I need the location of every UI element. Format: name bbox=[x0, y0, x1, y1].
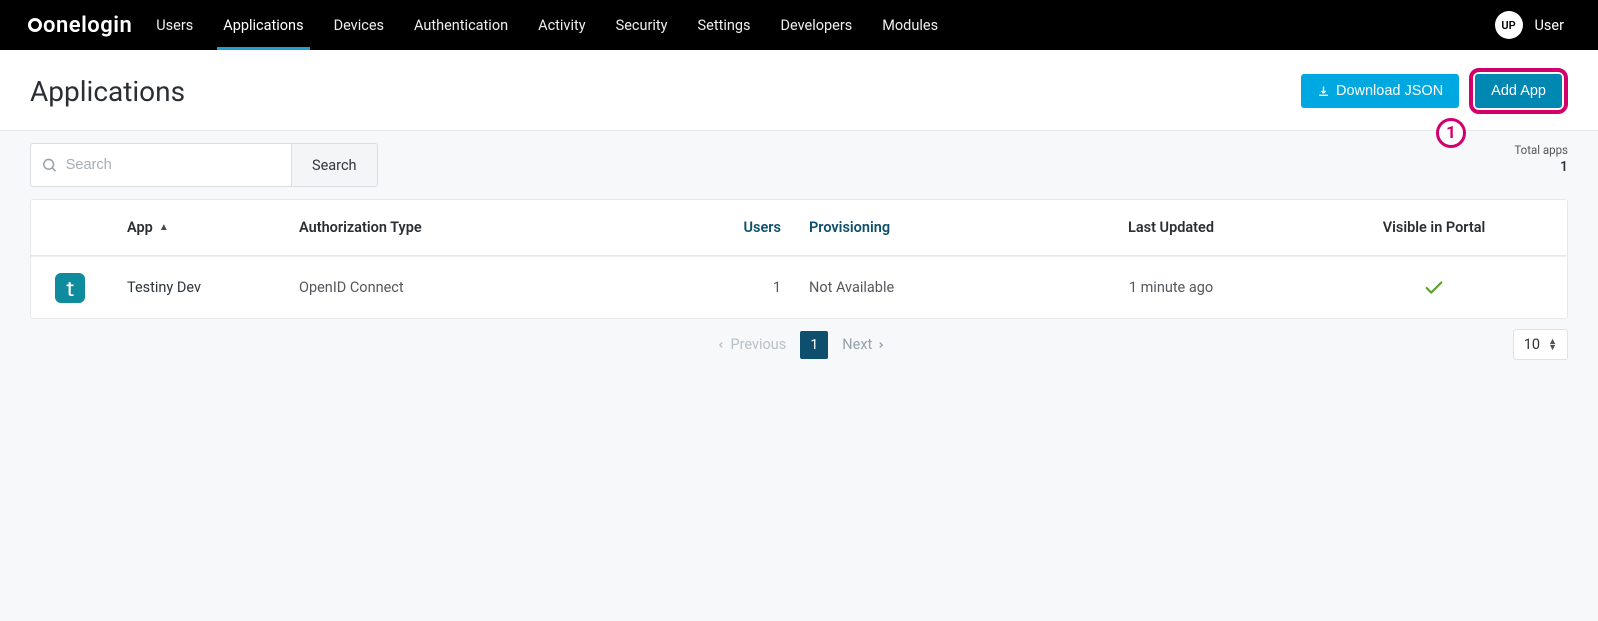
brand-logo: onelogin bbox=[28, 13, 132, 38]
page-size-select[interactable]: 10 ▲▼ bbox=[1513, 329, 1568, 360]
chevron-right-icon bbox=[876, 340, 886, 350]
app-icon: ʈ bbox=[55, 273, 85, 303]
sort-asc-icon: ▲ bbox=[159, 222, 169, 233]
search-icon bbox=[41, 156, 58, 174]
table-row[interactable]: ʈ Testiny Dev OpenID Connect 1 Not Avail… bbox=[31, 256, 1567, 318]
nav-security[interactable]: Security bbox=[616, 0, 668, 50]
add-app-button[interactable]: Add App bbox=[1475, 74, 1562, 108]
download-icon bbox=[1317, 85, 1330, 98]
nav-modules[interactable]: Modules bbox=[882, 0, 938, 50]
app-icon-cell: ʈ bbox=[31, 273, 91, 303]
pagesize-stepper-icon: ▲▼ bbox=[1548, 339, 1557, 351]
toolbar-row: Search Total apps 1 bbox=[30, 143, 1568, 187]
nav-applications[interactable]: Applications bbox=[223, 0, 303, 50]
col-app-label: App bbox=[127, 219, 153, 236]
search-input[interactable] bbox=[58, 157, 281, 173]
provisioning-cell: Not Available bbox=[801, 279, 1041, 296]
download-json-label: Download JSON bbox=[1336, 83, 1443, 99]
previous-button[interactable]: Previous bbox=[716, 336, 786, 353]
last-updated-cell: 1 minute ago bbox=[1041, 279, 1301, 296]
total-apps: Total apps 1 bbox=[1514, 143, 1568, 175]
check-icon bbox=[1309, 277, 1559, 299]
col-users[interactable]: Users bbox=[651, 219, 801, 236]
app-name: Testiny Dev bbox=[127, 279, 201, 296]
user-label: User bbox=[1535, 17, 1565, 34]
nav-developers[interactable]: Developers bbox=[780, 0, 852, 50]
callout-badge: 1 bbox=[1436, 118, 1466, 148]
previous-label: Previous bbox=[730, 336, 786, 353]
pagination-row: Previous 1 Next 10 ▲▼ bbox=[30, 329, 1568, 360]
add-app-highlight: Add App bbox=[1469, 68, 1568, 114]
header-actions: Download JSON Add App 1 bbox=[1301, 68, 1568, 114]
col-last-updated[interactable]: Last Updated bbox=[1041, 219, 1301, 236]
brand-logo-icon bbox=[28, 18, 42, 32]
apps-table: App ▲ Authorization Type Users Provision… bbox=[30, 199, 1568, 319]
users-cell: 1 bbox=[651, 279, 801, 296]
col-visible[interactable]: Visible in Portal bbox=[1301, 219, 1567, 236]
download-json-button[interactable]: Download JSON bbox=[1301, 74, 1459, 108]
brand-text: onelogin bbox=[43, 13, 132, 38]
content-area: Search Total apps 1 App ▲ Authorization … bbox=[0, 131, 1598, 390]
table-header: App ▲ Authorization Type Users Provision… bbox=[31, 200, 1567, 256]
search-wrap: Search bbox=[30, 143, 378, 187]
visible-cell bbox=[1301, 277, 1567, 299]
search-button[interactable]: Search bbox=[291, 144, 377, 186]
total-apps-count: 1 bbox=[1514, 159, 1568, 175]
col-auth[interactable]: Authorization Type bbox=[291, 219, 651, 236]
app-icon-letter: ʈ bbox=[65, 279, 74, 297]
app-name-cell: Testiny Dev bbox=[91, 279, 291, 296]
top-nav: onelogin Users Applications Devices Auth… bbox=[0, 0, 1598, 50]
nav-settings[interactable]: Settings bbox=[698, 0, 751, 50]
page-header: Applications Download JSON Add App 1 bbox=[0, 50, 1598, 131]
user-menu[interactable]: UP User bbox=[1495, 11, 1571, 39]
chevron-left-icon bbox=[716, 340, 726, 350]
col-provisioning[interactable]: Provisioning bbox=[801, 219, 1041, 236]
nav-devices[interactable]: Devices bbox=[334, 0, 384, 50]
pager: Previous 1 Next bbox=[716, 331, 886, 359]
col-app[interactable]: App ▲ bbox=[91, 219, 291, 236]
auth-cell: OpenID Connect bbox=[291, 279, 651, 296]
nav-authentication[interactable]: Authentication bbox=[414, 0, 508, 50]
avatar: UP bbox=[1495, 11, 1523, 39]
next-button[interactable]: Next bbox=[842, 336, 886, 353]
nav-activity[interactable]: Activity bbox=[538, 0, 585, 50]
nav-users[interactable]: Users bbox=[156, 0, 193, 50]
search-input-wrap bbox=[31, 144, 291, 186]
next-label: Next bbox=[842, 336, 872, 353]
nav-items: Users Applications Devices Authenticatio… bbox=[156, 0, 938, 50]
page-size-value: 10 bbox=[1524, 336, 1540, 353]
page-current[interactable]: 1 bbox=[800, 331, 828, 359]
page-title: Applications bbox=[30, 75, 185, 108]
total-apps-label: Total apps bbox=[1514, 143, 1568, 157]
